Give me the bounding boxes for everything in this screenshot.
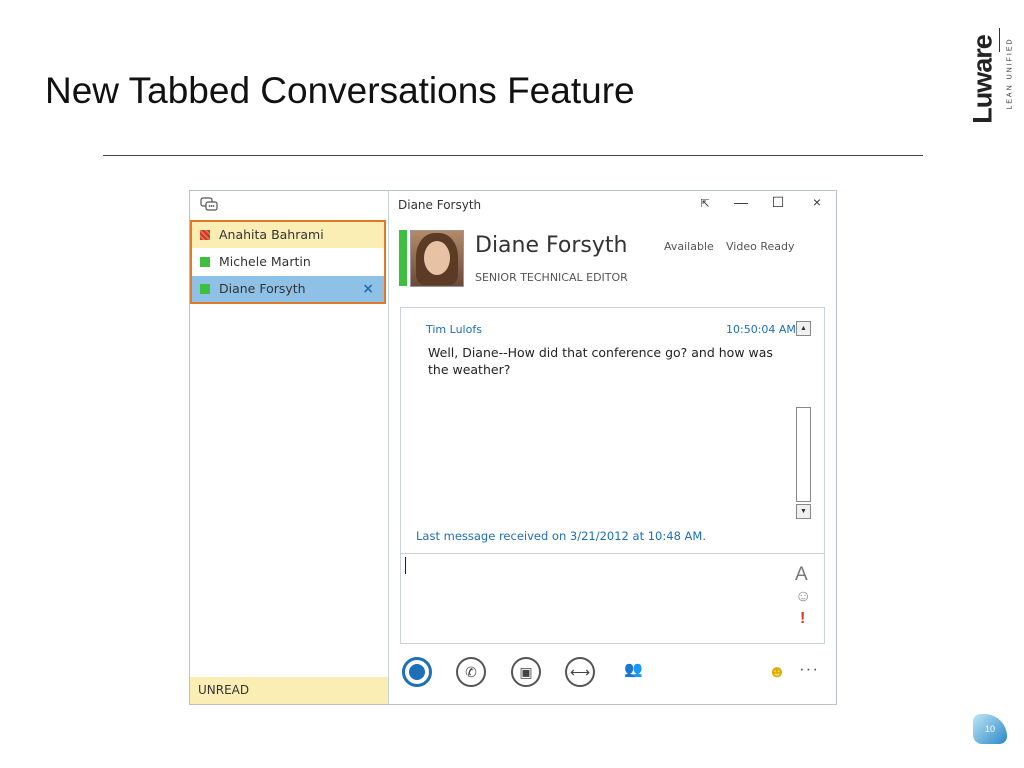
logo-tagline: LEAN UNIFIED [1006, 37, 1014, 110]
contact-video-status: Video Ready [726, 240, 795, 253]
conversation-sidebar: Anahita Bahrami Michele Martin Diane For… [190, 191, 389, 704]
popout-icon[interactable]: ⇱ [695, 197, 715, 210]
scroll-up-arrow-icon[interactable]: ▲ [796, 321, 811, 336]
call-button[interactable]: ✆ [456, 657, 486, 687]
conversation-tab-diane-forsyth[interactable]: Diane Forsyth × [192, 276, 384, 302]
close-tab-icon[interactable]: × [362, 276, 374, 302]
scroll-down-arrow-icon[interactable]: ▼ [796, 504, 811, 519]
logo-brand: Luware [967, 35, 998, 124]
message-text: Well, Diane--How did that conference go?… [428, 345, 773, 377]
video-camera-icon: ▣ [519, 664, 533, 680]
available-status-icon [200, 284, 210, 294]
logo-divider [999, 28, 1000, 52]
last-message-info: Last message received on 3/21/2012 at 10… [416, 529, 706, 543]
tab-contact-name: Diane Forsyth [219, 281, 306, 296]
contact-job-title: SENIOR TECHNICAL EDITOR [475, 271, 628, 284]
contact-availability: Available [664, 240, 714, 253]
title-divider [103, 155, 923, 156]
conversation-toolbar: ✆ ▣ ⟷ 👥 ☻ ··· [390, 649, 835, 703]
message-sender: Tim Lulofs [426, 323, 482, 336]
page-number: 10 [973, 714, 1007, 744]
conversation-tab-anahita-bahrami[interactable]: Anahita Bahrami [192, 222, 384, 248]
conversation-app-icon [200, 197, 218, 211]
presence-indicator-bar [399, 230, 407, 286]
contact-avatar[interactable] [410, 230, 464, 287]
lync-conversation-window: Anahita Bahrami Michele Martin Diane For… [189, 190, 837, 705]
emoticon-button-icon[interactable]: ☻ [768, 662, 786, 682]
share-button[interactable]: ⟷ [565, 657, 595, 687]
slide-title: New Tabbed Conversations Feature [45, 70, 635, 111]
luware-logo: Luware LEAN UNIFIED [966, 28, 1014, 132]
conversation-history[interactable]: Tim Lulofs 10:50:04 AM Well, Diane--How … [400, 307, 825, 554]
video-button[interactable]: ▣ [511, 657, 541, 687]
conversation-tabs-highlight: Anahita Bahrami Michele Martin Diane For… [190, 220, 386, 304]
avatar-face [424, 241, 450, 275]
participants-icon[interactable]: 👥 [624, 660, 643, 678]
chat-bubble-icon [409, 664, 425, 680]
busy-status-icon [200, 230, 210, 240]
unread-filter[interactable]: UNREAD [190, 677, 388, 704]
emoticon-icon[interactable]: ☺ [795, 588, 811, 606]
available-status-icon [200, 257, 210, 267]
minimize-button[interactable]: — [731, 194, 751, 210]
maximize-button[interactable]: ☐ [768, 194, 788, 211]
tab-contact-name: Anahita Bahrami [219, 227, 324, 242]
phone-icon: ✆ [465, 664, 477, 680]
more-options-icon[interactable]: ··· [799, 659, 819, 679]
text-caret [405, 557, 406, 574]
tab-contact-name: Michele Martin [219, 254, 311, 269]
message-compose-input[interactable]: A ☺ ! [400, 553, 825, 644]
high-importance-icon[interactable]: ! [800, 610, 805, 628]
conversation-tab-michele-martin[interactable]: Michele Martin [192, 249, 384, 275]
contact-name[interactable]: Diane Forsyth [475, 233, 627, 258]
message-timestamp: 10:50:04 AM [726, 323, 796, 336]
font-format-icon[interactable]: A [795, 564, 808, 586]
window-title: Diane Forsyth [398, 198, 482, 212]
scrollbar-thumb[interactable] [796, 407, 811, 502]
im-button[interactable] [402, 657, 432, 687]
close-window-button[interactable]: × [807, 194, 827, 210]
share-arrows-icon: ⟷ [569, 664, 591, 680]
